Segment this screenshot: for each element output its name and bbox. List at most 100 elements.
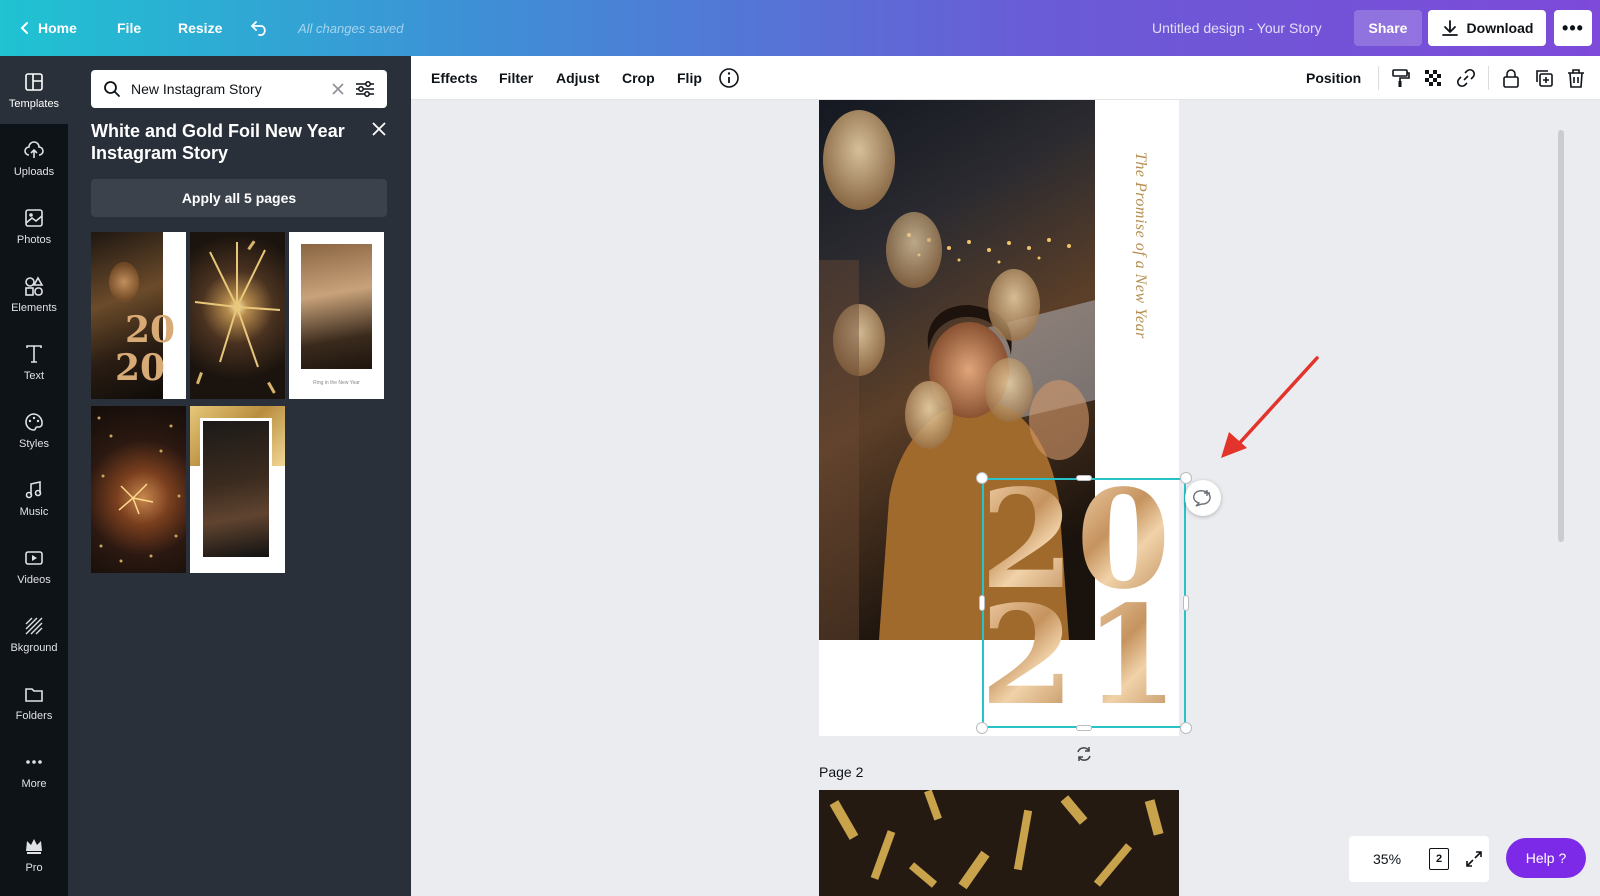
share-button[interactable]: Share (1354, 10, 1422, 46)
thumb-year-bottom: 20 (115, 347, 166, 389)
rail-item-folders[interactable]: Folders (0, 668, 68, 736)
toolbar-divider (1378, 66, 1379, 90)
help-button[interactable]: Help ? (1506, 838, 1586, 878)
paint-roller-icon[interactable] (1390, 67, 1412, 89)
duplicate-icon[interactable] (1533, 67, 1555, 89)
add-comment-button[interactable] (1185, 480, 1221, 516)
upload-cloud-icon (24, 140, 44, 158)
rail-item-photos[interactable]: Photos (0, 192, 68, 260)
sparkler-dots-graphic (97, 416, 181, 563)
rail-item-styles[interactable]: Styles (0, 396, 68, 464)
undo-button[interactable] (250, 0, 270, 56)
download-button[interactable]: Download (1428, 10, 1546, 46)
design-page-2[interactable] (819, 790, 1179, 896)
page-2-label: Page 2 (819, 764, 864, 780)
adjust-button[interactable]: Adjust (556, 56, 600, 100)
thumb-year-top: 20 (125, 309, 176, 351)
rail-label: Pro (25, 861, 43, 874)
rail-item-templates[interactable]: Templates (0, 56, 68, 124)
flip-button[interactable]: Flip (677, 56, 702, 100)
rail-item-videos[interactable]: Videos (0, 532, 68, 600)
background-icon (25, 617, 43, 634)
info-icon[interactable] (718, 67, 740, 89)
transparency-icon[interactable] (1422, 67, 1444, 89)
vertical-headline[interactable]: The Promise of a New Year (1119, 152, 1149, 372)
toolbar-divider (1488, 66, 1489, 90)
template-thumb-2[interactable] (190, 232, 285, 399)
rail-item-more[interactable]: More (0, 736, 68, 804)
rail-label: More (21, 777, 47, 790)
resize-handle-top-right[interactable] (1180, 472, 1192, 484)
rail-item-music[interactable]: Music (0, 464, 68, 532)
rail-label: Templates (8, 97, 60, 110)
resize-handle-left[interactable] (979, 595, 985, 611)
file-label: File (117, 20, 142, 36)
file-menu[interactable]: File (117, 0, 141, 56)
rail-label: Uploads (13, 165, 55, 178)
rail-label: Videos (17, 573, 51, 586)
video-icon (25, 550, 43, 565)
rail-item-uploads[interactable]: Uploads (0, 124, 68, 192)
template-thumb-5[interactable] (190, 406, 285, 573)
design-title[interactable]: Untitled design - Your Story (1152, 0, 1322, 56)
download-icon (1441, 20, 1458, 36)
rail-item-text[interactable]: Text (0, 328, 68, 396)
crop-button[interactable]: Crop (622, 56, 655, 100)
lock-icon[interactable] (1500, 67, 1522, 89)
home-label: Home (38, 20, 77, 36)
comment-plus-icon (1193, 490, 1211, 507)
templates-icon (25, 72, 43, 91)
rail-item-pro[interactable]: Pro (0, 820, 68, 888)
rotate-icon[interactable] (1074, 744, 1094, 764)
search-input[interactable]: New Instagram Story (131, 81, 262, 97)
position-button[interactable]: Position (1306, 56, 1361, 100)
effects-button[interactable]: Effects (431, 56, 478, 100)
trash-icon[interactable] (1565, 67, 1587, 89)
palette-icon (25, 412, 43, 431)
design-canvas: The Promise of a New Year 2 0 2 1 Page 2 (411, 100, 1600, 896)
zoom-level[interactable]: 35% (1373, 851, 1401, 867)
red-arrow-annotation (1221, 356, 1319, 458)
resize-handle-bottom-left[interactable] (976, 722, 988, 734)
home-button[interactable]: Home (18, 0, 77, 56)
clear-search-icon[interactable] (331, 82, 345, 96)
rail-label: Text (23, 369, 45, 382)
resize-label: Resize (178, 20, 223, 36)
rail-item-elements[interactable]: Elements (0, 260, 68, 328)
canvas-scrollbar[interactable] (1558, 130, 1564, 542)
close-icon[interactable] (372, 122, 386, 136)
rail-label: Bkground (10, 641, 58, 654)
apply-all-pages-button[interactable]: Apply all 5 pages (91, 179, 387, 217)
fullscreen-icon[interactable] (1464, 849, 1484, 869)
save-status: All changes saved (298, 20, 404, 36)
download-label: Download (1466, 20, 1534, 36)
filter-button[interactable]: Filter (499, 56, 533, 100)
resize-handle-top-left[interactable] (976, 472, 988, 484)
thumb-caption: Ring in the New Year (313, 380, 360, 386)
zoom-controls: 35% 2 (1349, 836, 1489, 882)
more-options-button[interactable]: ••• (1554, 10, 1592, 46)
sparkler-graphic (194, 240, 281, 394)
text-icon (26, 344, 42, 363)
page-count-button[interactable]: 2 (1429, 848, 1449, 870)
resize-handle-right[interactable] (1183, 595, 1189, 611)
top-bar: Home File Resize All changes saved Untit… (0, 0, 1600, 56)
rail-item-background[interactable]: Bkground (0, 600, 68, 668)
template-thumb-1[interactable]: 20 20 (91, 232, 186, 399)
resize-menu[interactable]: Resize (178, 0, 222, 56)
template-thumb-3[interactable]: Ring in the New Year (289, 232, 384, 399)
rail-label: Photos (16, 233, 52, 246)
template-title: White and Gold Foil New Year Instagram S… (91, 121, 345, 163)
rail-label: Folders (15, 709, 53, 722)
crown-icon (26, 838, 42, 854)
template-thumb-4[interactable] (91, 406, 186, 573)
resize-handle-bottom-right[interactable] (1180, 722, 1192, 734)
resize-handle-bottom[interactable] (1076, 725, 1092, 731)
gold-confetti-graphic (819, 790, 1179, 896)
template-search-box[interactable]: New Instagram Story (91, 70, 387, 108)
filter-sliders-icon[interactable] (355, 80, 375, 98)
folder-icon (25, 687, 43, 702)
link-icon[interactable] (1455, 67, 1477, 89)
resize-handle-top[interactable] (1076, 475, 1092, 481)
image-toolbar: Effects Filter Adjust Crop Flip Position (411, 56, 1600, 100)
